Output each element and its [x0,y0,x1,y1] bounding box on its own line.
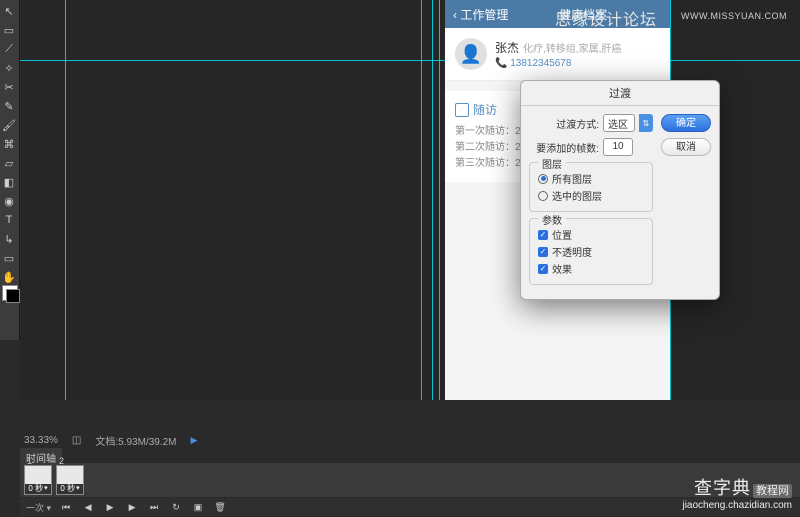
layers-group-title: 图层 [538,156,566,171]
first-frame-button[interactable]: ⏮ [59,501,73,513]
ok-button[interactable]: 确定 [661,114,711,132]
tool-move[interactable]: ↖ [0,2,18,20]
radio-icon [538,174,548,184]
checkbox-icon: ✓ [538,247,548,257]
params-group: 参数 ✓位置 ✓不透明度 ✓效果 [529,218,653,285]
transition-dialog: 过渡 确定 取消 过渡方式: 选区 ⇅ 要添加的帧数: 10 图层 所有图层 选… [520,80,720,300]
contact-tags: 化疗,转移组,家属,肝癌 [523,44,621,55]
prev-frame-button[interactable]: ◀ [81,501,95,513]
delete-frame-button[interactable]: 🗑 [213,501,227,513]
check-effect[interactable]: ✓效果 [538,261,644,276]
tool-shape[interactable]: ▭ [0,249,18,267]
background-color-swatch[interactable] [6,289,20,303]
avatar-icon: 👤 [455,38,487,70]
guide-horizontal [20,60,800,61]
tool-marquee[interactable]: ▭ [0,21,18,39]
guide-vertical [432,0,433,400]
toggle-icon[interactable]: ◫ [72,435,81,446]
tween-button[interactable]: ↻ [169,501,183,513]
mockup-contact-card: 👤 张杰化疗,转移组,家属,肝癌 📞 13812345678 [445,28,670,81]
radio-all-layers[interactable]: 所有图层 [538,171,644,186]
tool-blur[interactable]: ◉ [0,192,18,210]
tool-wand[interactable]: ✧ [0,59,18,77]
tool-eyedropper[interactable]: ✎ [0,97,18,115]
params-group-title: 参数 [538,212,566,227]
tool-path[interactable]: ↳ [0,230,18,248]
next-frame-button[interactable]: ▶ [125,501,139,513]
radio-selected-layers[interactable]: 选中的图层 [538,188,644,203]
tool-brush[interactable]: 🖌 [0,116,18,134]
tool-hand[interactable]: ✋ [0,268,18,286]
tool-crop[interactable]: ✂ [0,78,18,96]
footer-url: jiaocheng.chazidian.com [682,500,792,511]
check-opacity[interactable]: ✓不透明度 [538,244,644,259]
play-button[interactable]: ▶ [103,501,117,513]
layers-group: 图层 所有图层 选中的图层 [529,162,653,212]
tool-stamp[interactable]: ⌘ [0,135,18,153]
tool-lasso[interactable]: ⟋ [0,40,18,58]
guide-vertical [439,0,440,400]
doc-size: 文档:5.93M/39.2M [95,433,176,448]
contact-phone: 📞 13812345678 [495,58,621,69]
frame-time[interactable]: 0 秒 [57,484,83,494]
checkbox-icon: ✓ [538,230,548,240]
status-bar: 33.33% ◫ 文档:5.93M/39.2M ▶ [20,433,800,447]
frames-label: 要添加的帧数: [529,140,599,155]
tool-gradient[interactable]: ◧ [0,173,18,191]
clipboard-icon [455,103,469,117]
timeline-frame[interactable]: 20 秒 [56,465,84,495]
watermark-forum: 思缘设计论坛 [555,6,657,30]
new-frame-button[interactable]: ▣ [191,501,205,513]
method-label: 过渡方式: [529,116,599,131]
timeline-frame[interactable]: 10 秒 [24,465,52,495]
radio-icon [538,191,548,201]
check-position[interactable]: ✓位置 [538,227,644,242]
footer-watermark: 查字典教程网 jiaocheng.chazidian.com [682,474,792,511]
watermark-url: WWW.MISSYUAN.COM [681,11,787,21]
zoom-level[interactable]: 33.33% [24,435,58,446]
last-frame-button[interactable]: ⏭ [147,501,161,513]
guide-vertical [65,0,66,400]
dialog-title: 过渡 [521,81,719,106]
frame-time[interactable]: 0 秒 [25,484,51,494]
arrow-right-icon[interactable]: ▶ [191,435,198,446]
tool-eraser[interactable]: ▱ [0,154,18,172]
tool-type[interactable]: T [0,211,18,229]
guide-vertical [421,0,422,400]
visit-title: 随访 [473,101,497,118]
cancel-button[interactable]: 取消 [661,138,711,156]
checkbox-icon: ✓ [538,264,548,274]
frames-input[interactable]: 10 [603,138,633,156]
select-stepper-icon[interactable]: ⇅ [639,114,653,132]
loop-mode[interactable]: 一次 ▾ [26,501,51,514]
method-select[interactable]: 选区 [603,114,635,132]
contact-name: 张杰 [495,41,519,55]
